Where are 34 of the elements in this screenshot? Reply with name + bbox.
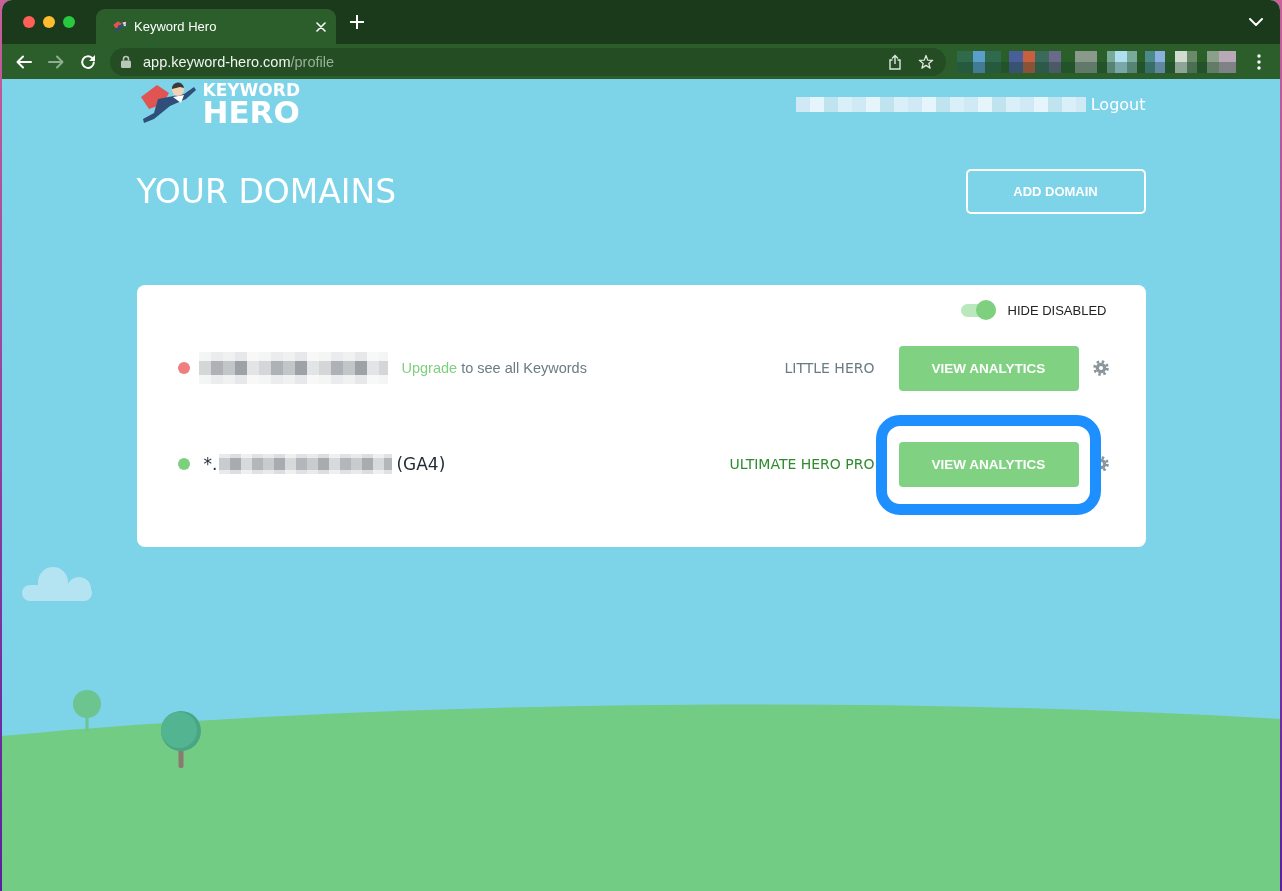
settings-icon[interactable] <box>1091 359 1110 377</box>
window-minimize-button[interactable] <box>43 16 55 28</box>
tree <box>161 711 201 768</box>
new-tab-icon[interactable] <box>350 15 364 29</box>
logo-text: KEYWORD <box>202 82 300 98</box>
browser-tab[interactable]: Keyword Hero <box>96 9 336 44</box>
lock-icon <box>121 55 131 68</box>
url-text: app.keyword-hero.com/profile <box>143 53 335 70</box>
tree <box>73 690 101 731</box>
address-bar[interactable]: app.keyword-hero.com/profile <box>110 47 946 76</box>
reload-icon[interactable] <box>79 52 97 71</box>
share-icon[interactable] <box>888 53 902 70</box>
cloud <box>22 567 92 601</box>
toggle-label: HIDE DISABLED <box>1007 302 1107 318</box>
upgrade-link[interactable]: Upgrade <box>401 360 458 376</box>
logo-text: HERO <box>202 98 300 127</box>
window-close-button[interactable] <box>23 16 35 28</box>
view-analytics-button[interactable]: VIEW ANALYTICS <box>898 345 1079 391</box>
plan-name: LITTLE HERO <box>784 360 875 376</box>
view-analytics-button[interactable]: VIEW ANALYTICS <box>898 441 1079 487</box>
chevron-down-icon[interactable] <box>1249 18 1263 26</box>
star-icon[interactable] <box>918 53 934 70</box>
more-menu-icon[interactable] <box>1257 53 1261 70</box>
plan-name: ULTIMATE HERO PRO <box>729 456 875 472</box>
upgrade-note: Upgrade to see all Keywords <box>401 360 587 376</box>
domain-suffix: (GA4) <box>396 454 446 474</box>
close-icon[interactable] <box>316 21 326 32</box>
tab-title: Keyword Hero <box>134 19 218 34</box>
add-domain-button[interactable]: ADD DOMAIN <box>965 169 1146 214</box>
flying-hero-icon <box>113 19 130 34</box>
logout-link[interactable]: Logout <box>1090 95 1146 114</box>
domain-prefix: *. <box>203 454 218 474</box>
page-title: YOUR DOMAINS <box>136 173 397 210</box>
window-zoom-button[interactable] <box>63 16 75 28</box>
